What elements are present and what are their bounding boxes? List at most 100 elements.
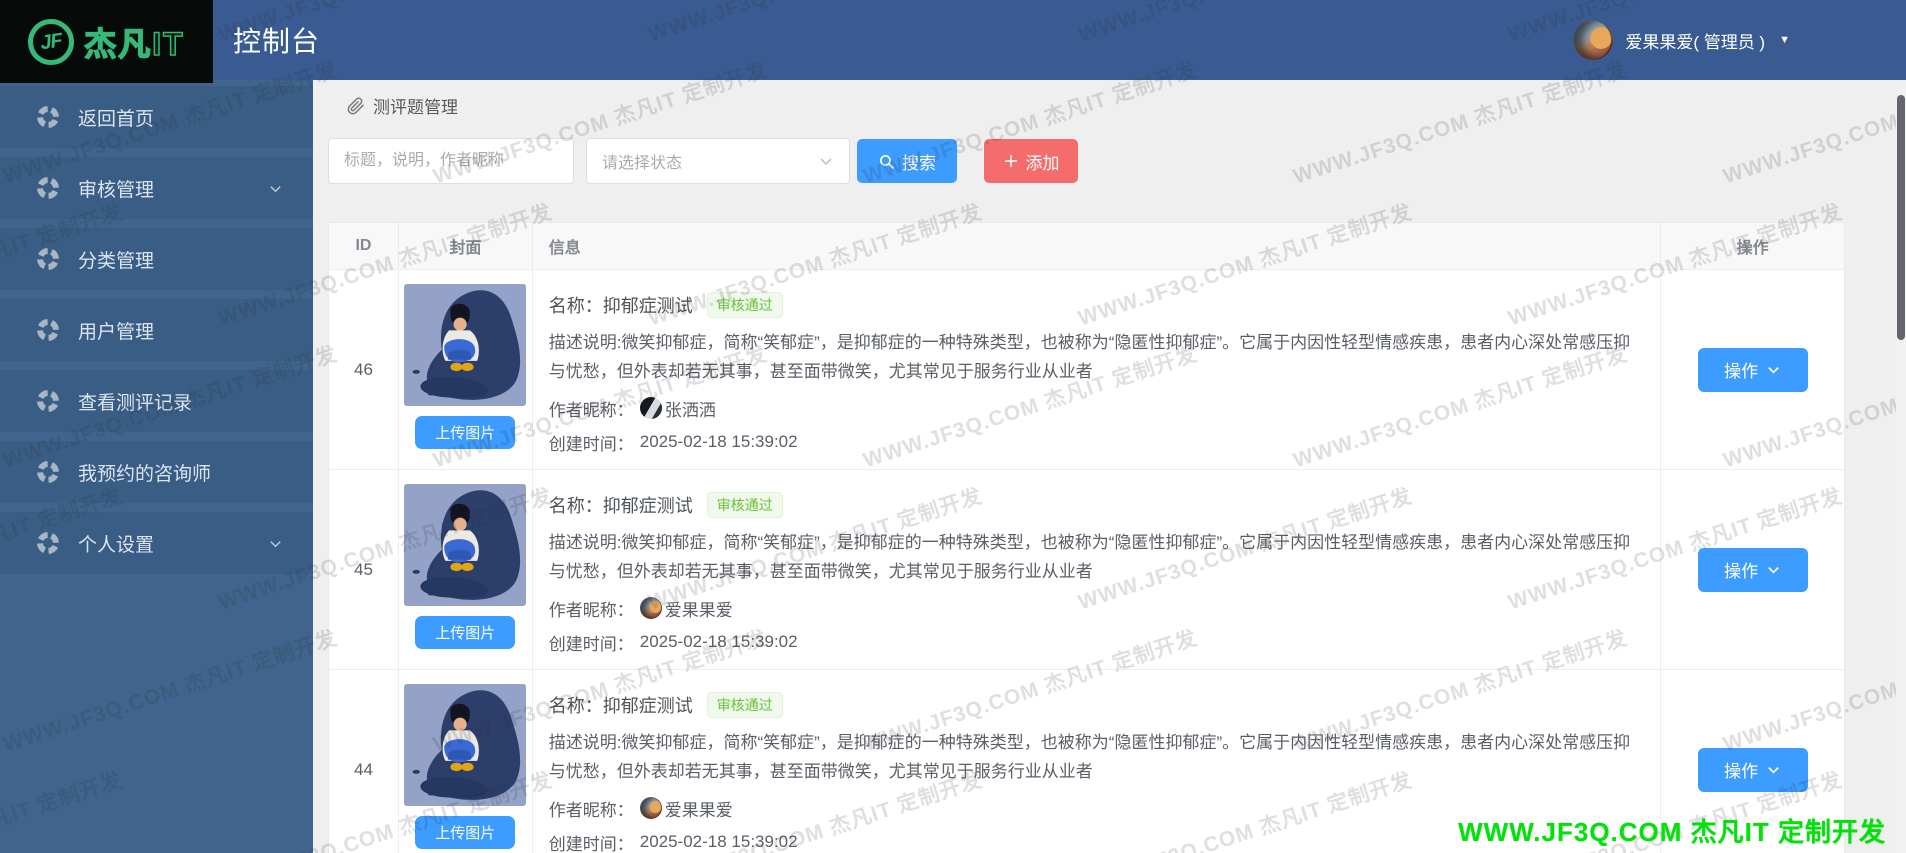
circle-segment-icon: [36, 531, 60, 555]
description-text: 微笑抑郁症，简称“笑郁症”，是抑郁症的一种特殊类型，也被称为“隐匿性抑郁症”。它…: [548, 333, 1631, 381]
row-action-cell: 操作: [1661, 470, 1844, 669]
sidebar: 返回首页 审核管理 分类管理 用户管理 查看测评记录 我预约的咨询师 个人设置: [0, 80, 313, 853]
caret-down-icon: ▼: [1779, 34, 1790, 46]
logo[interactable]: JF 杰凡IT: [0, 0, 213, 83]
sidebar-item-4[interactable]: 查看测评记录: [0, 370, 313, 432]
upload-image-button[interactable]: 上传图片: [415, 416, 516, 449]
sidebar-item-2[interactable]: 分类管理: [0, 228, 313, 290]
row-action-button[interactable]: 操作: [1697, 347, 1808, 392]
description-label: 描述说明:: [548, 733, 622, 752]
column-header-action: 操作: [1736, 240, 1769, 257]
cover-image: [404, 484, 527, 606]
circle-segment-icon: [36, 318, 60, 342]
row-info-cell: 名称： 抑郁症测试 审核通过 描述说明:微笑抑郁症，简称“笑郁症”，是抑郁症的一…: [533, 470, 1662, 669]
status-select-placeholder: 请选择状态: [602, 155, 683, 172]
name-label: 名称：: [548, 296, 603, 316]
row-id: 45: [353, 559, 373, 579]
row-action-label: 操作: [1724, 562, 1759, 581]
row-cover-cell: 上传图片: [399, 270, 533, 469]
cover-image: [404, 284, 527, 406]
name-value: 抑郁症测试: [602, 696, 693, 716]
table-header: ID 封面 信息 操作: [329, 223, 1844, 269]
logo-text: 杰凡IT: [84, 25, 185, 63]
description-text: 微笑抑郁症，简称“笑郁症”，是抑郁症的一种特殊类型，也被称为“隐匿性抑郁症”。它…: [548, 533, 1631, 581]
main-content: 测评题管理 请选择状态 搜索 添加 ID 封面 信息 操作: [313, 80, 1896, 853]
row-id: 44: [353, 759, 373, 779]
evaluation-table: ID 封面 信息 操作 46 上传图片 名称： 抑郁症测试 审核通过 描述说明:…: [328, 222, 1845, 853]
user-menu[interactable]: 爱果果爱( 管理员 ) ▼: [1573, 0, 1790, 80]
row-action-label: 操作: [1724, 362, 1759, 381]
sidebar-item-label: 用户管理: [78, 321, 155, 343]
top-header: JF 杰凡IT 控制台 爱果果爱( 管理员 ) ▼: [0, 0, 1906, 83]
circle-segment-icon: [36, 247, 60, 271]
chevron-down-icon: [1768, 767, 1779, 774]
paperclip-icon: [347, 97, 364, 114]
row-action-label: 操作: [1724, 762, 1759, 781]
row-cover-cell: 上传图片: [399, 670, 533, 853]
author-avatar: [639, 597, 662, 619]
column-header-id: ID: [329, 223, 399, 269]
circle-segment-icon: [36, 176, 60, 200]
row-action-cell: 操作: [1661, 270, 1844, 469]
upload-image-button[interactable]: 上传图片: [415, 616, 516, 649]
author-avatar: [639, 797, 662, 819]
app-window: JF 杰凡IT 控制台 爱果果爱( 管理员 ) ▼ 返回首页 审核管理 分类管理: [0, 0, 1906, 853]
user-name: 爱果果爱( 管理员 ): [1625, 32, 1766, 52]
table-row: 46 上传图片 名称： 抑郁症测试 审核通过 描述说明:微笑抑郁症，简称“笑郁症…: [329, 269, 1844, 469]
sidebar-item-1[interactable]: 审核管理: [0, 157, 313, 219]
status-select[interactable]: 请选择状态: [586, 138, 850, 184]
upload-image-button[interactable]: 上传图片: [415, 816, 516, 849]
sidebar-item-label: 查看测评记录: [78, 392, 193, 414]
row-id: 46: [353, 359, 373, 379]
column-header-cover: 封面: [399, 223, 533, 269]
author-label: 作者昵称：: [548, 800, 634, 820]
breadcrumb: 测评题管理: [347, 93, 458, 118]
row-action-button[interactable]: 操作: [1697, 547, 1808, 592]
search-icon: [879, 154, 894, 169]
scrollbar-track[interactable]: [1896, 82, 1906, 853]
sidebar-item-5[interactable]: 我预约的咨询师: [0, 441, 313, 503]
name-label: 名称：: [548, 696, 603, 716]
search-button[interactable]: 搜索: [857, 139, 957, 183]
toolbar: 请选择状态 搜索 添加: [313, 138, 1896, 186]
circle-segment-icon: [36, 389, 60, 413]
chevron-down-icon: [268, 181, 283, 196]
author-label: 作者昵称：: [548, 400, 634, 420]
description: 描述说明:微笑抑郁症，简称“笑郁症”，是抑郁症的一种特殊类型，也被称为“隐匿性抑…: [549, 728, 1645, 786]
row-action-button[interactable]: 操作: [1697, 747, 1808, 792]
sidebar-item-label: 我预约的咨询师: [78, 463, 212, 485]
search-button-label: 搜索: [902, 153, 936, 173]
status-badge: 审核通过: [706, 492, 783, 518]
row-cover-cell: 上传图片: [399, 470, 533, 669]
sidebar-item-label: 个人设置: [78, 534, 155, 556]
created-time: 2025-02-18 15:39:02: [639, 632, 798, 651]
chevron-down-icon: [268, 536, 283, 551]
add-button-label: 添加: [1025, 153, 1060, 173]
row-info-cell: 名称： 抑郁症测试 审核通过 描述说明:微笑抑郁症，简称“笑郁症”，是抑郁症的一…: [533, 270, 1662, 469]
circle-segment-icon: [36, 105, 60, 129]
sidebar-item-0[interactable]: 返回首页: [0, 86, 313, 148]
author-name: 爱果果爱: [664, 800, 733, 820]
description-label: 描述说明:: [548, 533, 622, 552]
sidebar-item-label: 返回首页: [78, 108, 155, 130]
chevron-down-icon: [1768, 367, 1779, 374]
sidebar-item-3[interactable]: 用户管理: [0, 299, 313, 361]
row-id-cell: 45: [329, 470, 399, 669]
avatar: [1573, 20, 1614, 60]
description: 描述说明:微笑抑郁症，简称“笑郁症”，是抑郁症的一种特殊类型，也被称为“隐匿性抑…: [549, 528, 1645, 586]
cover-image: [404, 684, 527, 806]
scrollbar-thumb[interactable]: [1897, 95, 1905, 340]
logo-jf-icon: JF: [25, 15, 78, 68]
description: 描述说明:微笑抑郁症，简称“笑郁症”，是抑郁症的一种特殊类型，也被称为“隐匿性抑…: [549, 328, 1645, 386]
name-label: 名称：: [548, 496, 603, 516]
created-time: 2025-02-18 15:39:02: [639, 832, 798, 851]
search-input[interactable]: [328, 138, 574, 184]
name-value: 抑郁症测试: [602, 296, 693, 316]
chevron-down-icon: [1768, 567, 1779, 574]
add-button[interactable]: 添加: [984, 139, 1078, 183]
created-label: 创建时间：: [548, 834, 634, 853]
author-label: 作者昵称：: [548, 600, 634, 620]
sidebar-item-6[interactable]: 个人设置: [0, 512, 313, 574]
created-label: 创建时间：: [548, 634, 634, 654]
description-label: 描述说明:: [548, 333, 622, 352]
